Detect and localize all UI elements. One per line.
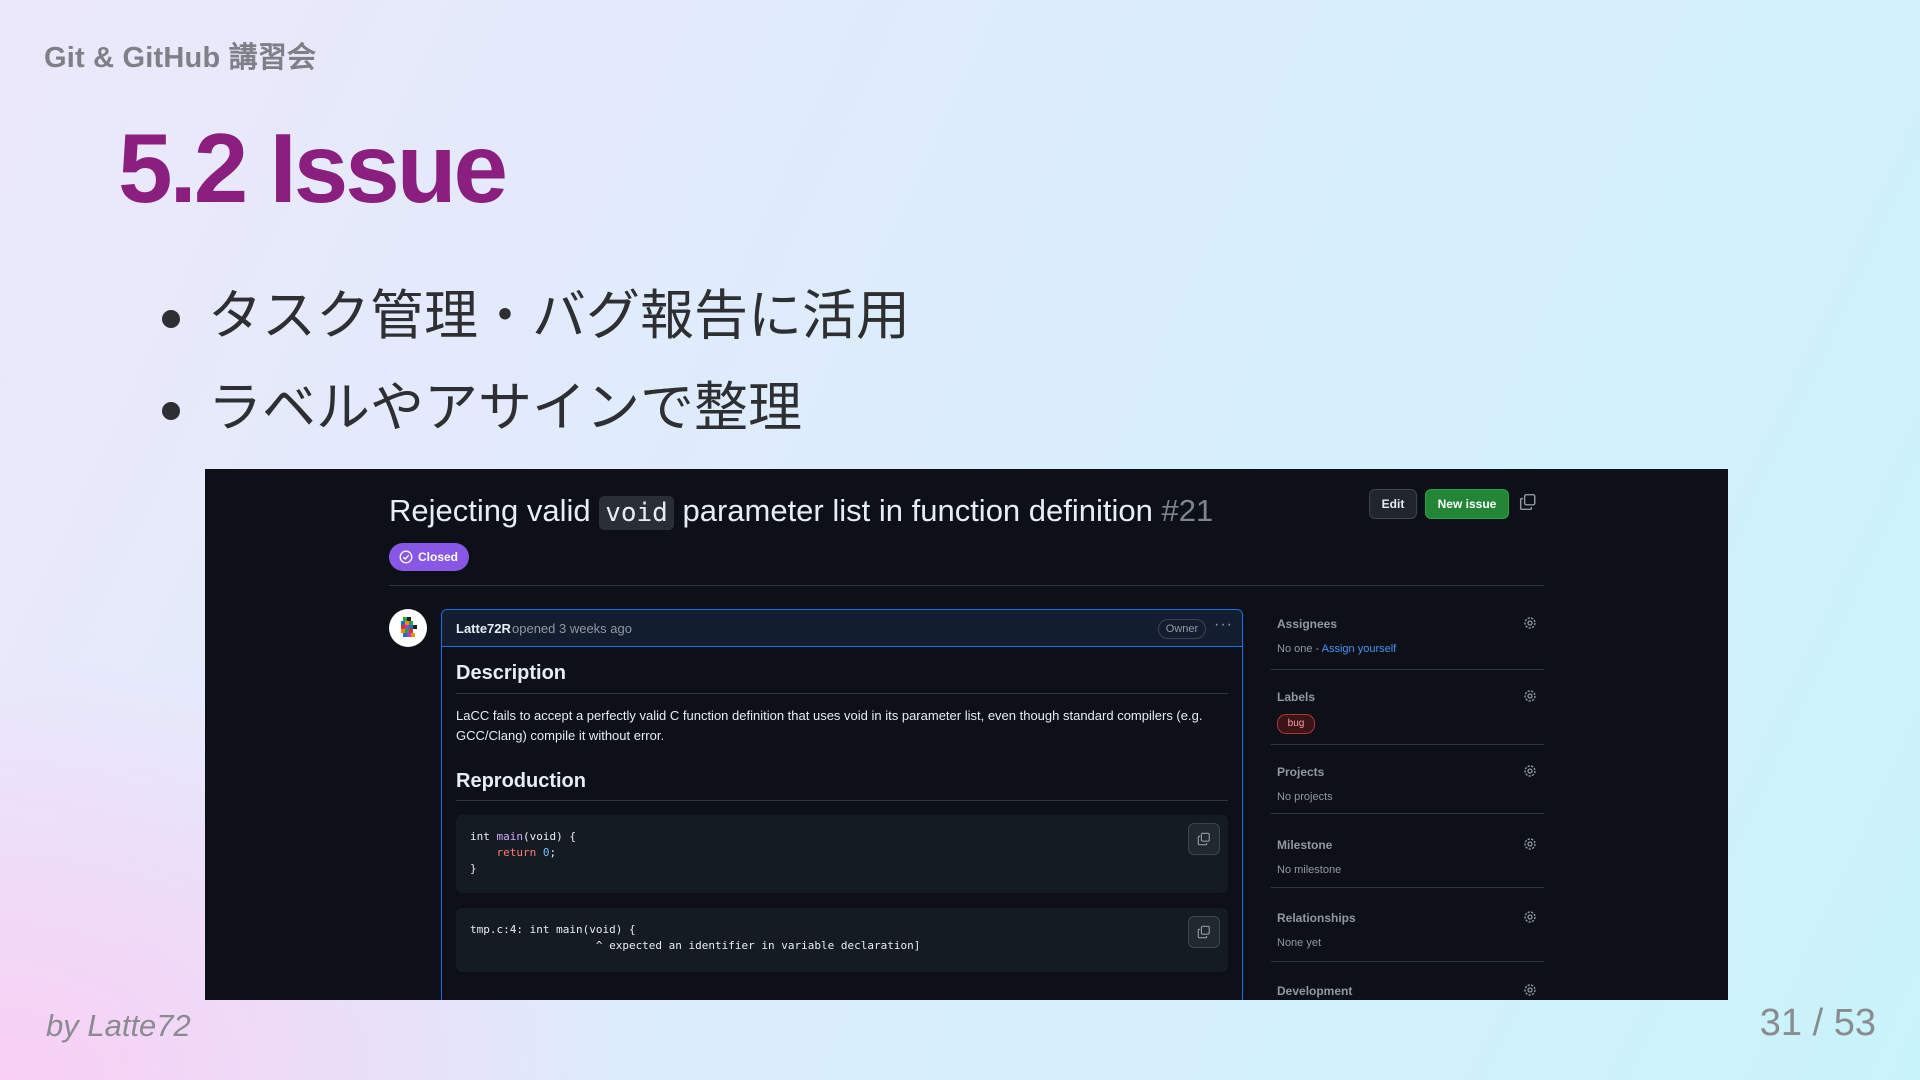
- bullet-text: ラベルやアサインで整理: [208, 376, 802, 439]
- copy-code-button[interactable]: [1188, 823, 1220, 855]
- check-circle-icon: [399, 550, 413, 564]
- divider: [1271, 813, 1544, 814]
- description-heading: Description: [456, 662, 567, 684]
- sidebar-section-title: Labels: [1277, 690, 1316, 704]
- sidebar-section-title: Projects: [1277, 765, 1325, 779]
- divider: [456, 693, 1228, 694]
- copy-code-button[interactable]: [1188, 916, 1220, 948]
- divider: [389, 585, 1544, 586]
- issue-title-code: void: [599, 496, 674, 530]
- slide-title: 5.2 Issue: [118, 113, 508, 223]
- edit-button[interactable]: Edit: [1369, 489, 1417, 519]
- divider: [1271, 887, 1544, 888]
- code-content: int main(void) { return 0; }: [470, 830, 576, 875]
- gear-icon[interactable]: [1522, 909, 1538, 925]
- avatar-pixel-icon: [401, 617, 417, 637]
- sidebar-section-value: No projects: [1277, 791, 1333, 803]
- author-link[interactable]: Latte72R: [456, 621, 511, 636]
- gear-icon[interactable]: [1522, 688, 1538, 704]
- state-label: Closed: [418, 550, 459, 564]
- comment-header: Latte72R opened 3 weeks ago Owner ···: [442, 610, 1242, 647]
- closed-state-badge: Closed: [389, 543, 469, 571]
- copy-icon: [1197, 925, 1210, 939]
- copy-icon: [1197, 832, 1210, 846]
- avatar[interactable]: [389, 609, 427, 647]
- sidebar-section-title: Assignees: [1277, 617, 1338, 631]
- slide-header: Git & GitHub 講習会: [44, 42, 317, 74]
- sidebar-section-title: Milestone: [1277, 838, 1333, 852]
- bullet-list: タスク管理・バグ報告に活用 ラベルやアサインで整理: [160, 280, 910, 464]
- issue-title: Rejecting valid void parameter list in f…: [389, 493, 1214, 530]
- bullet-dot-icon: [162, 402, 180, 420]
- issue-number: #21: [1161, 493, 1214, 528]
- code-block: int main(void) { return 0; }: [456, 815, 1228, 893]
- copy-link-icon[interactable]: [1519, 493, 1537, 511]
- divider: [1271, 961, 1544, 962]
- gear-icon[interactable]: [1522, 763, 1538, 779]
- new-issue-button[interactable]: New issue: [1425, 489, 1509, 519]
- code-content: tmp.c:4: int main(void) { ^ expected an …: [470, 923, 921, 952]
- bullet-item: タスク管理・バグ報告に活用: [160, 280, 910, 372]
- code-block: tmp.c:4: int main(void) { ^ expected an …: [456, 908, 1228, 972]
- sidebar-section-value: No one - Assign yourself: [1277, 643, 1397, 655]
- gear-icon[interactable]: [1522, 836, 1538, 852]
- footer-author: by Latte72: [46, 1008, 191, 1043]
- reproduction-heading: Reproduction: [456, 770, 586, 792]
- description-text: LaCC fails to accept a perfectly valid C…: [456, 708, 1203, 743]
- sidebar-section-title: Development: [1277, 984, 1353, 998]
- issue-title-text-rest: parameter list in function definition: [673, 493, 1153, 528]
- gear-icon[interactable]: [1522, 982, 1538, 998]
- issue-screenshot: Rejecting valid void parameter list in f…: [205, 469, 1728, 1000]
- divider: [1271, 669, 1544, 670]
- issue-comment: Latte72R opened 3 weeks ago Owner ··· De…: [441, 609, 1243, 1000]
- sidebar-section-value: No milestone: [1277, 864, 1342, 876]
- bullet-text: タスク管理・バグ報告に活用: [208, 284, 910, 347]
- bug-label-badge[interactable]: bug: [1277, 714, 1315, 734]
- bullet-item: ラベルやアサインで整理: [160, 372, 910, 464]
- opened-timestamp: opened 3 weeks ago: [512, 621, 632, 636]
- divider: [456, 800, 1228, 801]
- divider: [1271, 744, 1544, 745]
- issue-title-text: Rejecting valid: [389, 493, 600, 528]
- assign-yourself-link[interactable]: Assign yourself: [1322, 643, 1397, 655]
- gear-icon[interactable]: [1522, 615, 1538, 631]
- more-options-icon[interactable]: ···: [1214, 616, 1233, 634]
- bullet-dot-icon: [162, 310, 180, 328]
- sidebar-section-value: None yet: [1277, 937, 1322, 949]
- page-number: 31 / 53: [1759, 1002, 1876, 1044]
- owner-badge: Owner: [1158, 619, 1206, 639]
- sidebar-section-title: Relationships: [1277, 911, 1356, 925]
